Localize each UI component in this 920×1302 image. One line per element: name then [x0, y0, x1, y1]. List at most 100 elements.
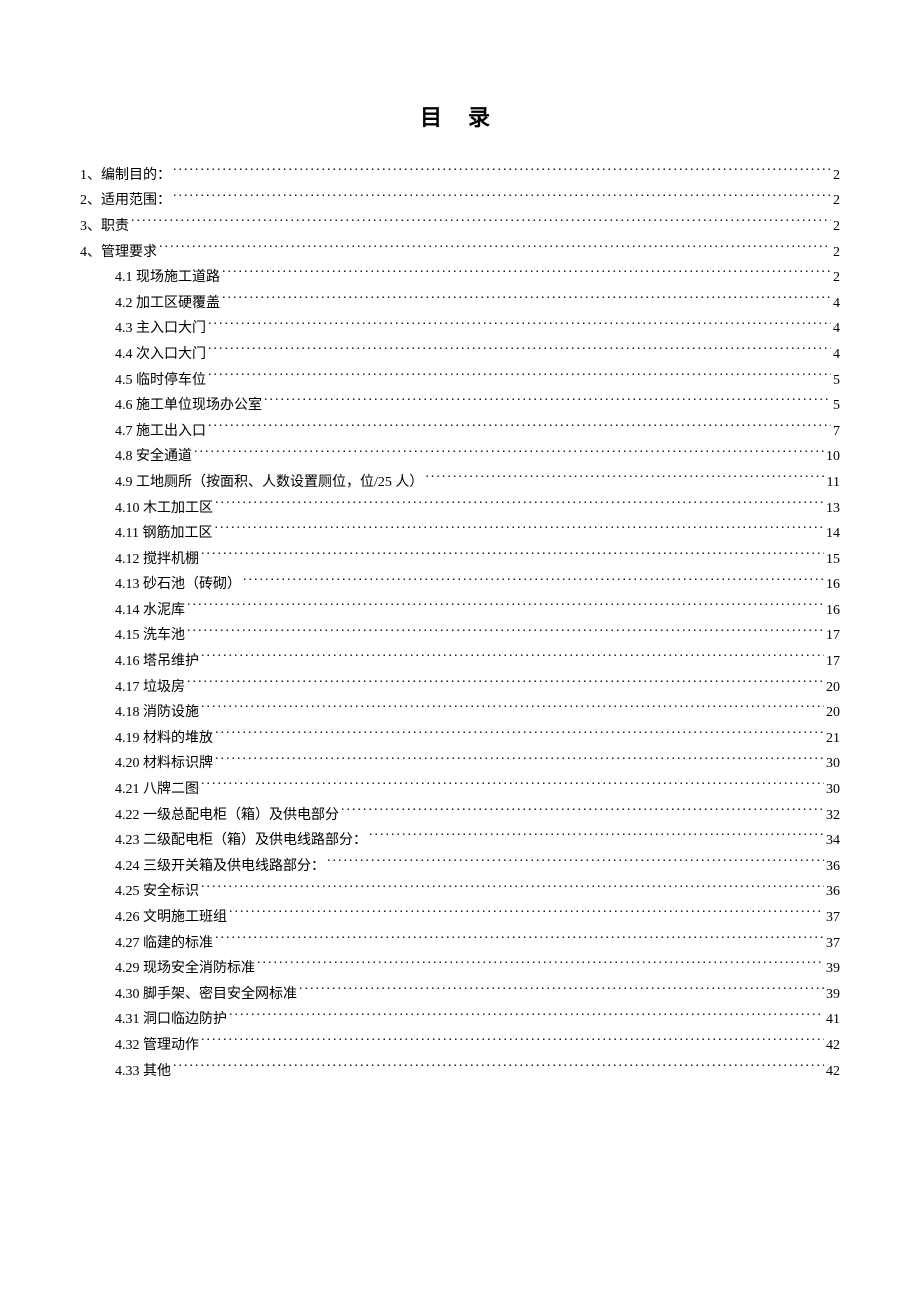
toc-leader-dots: [208, 316, 831, 333]
toc-entry: 3、职责2: [80, 213, 840, 239]
toc-entry: 4.11 钢筋加工区14: [115, 520, 840, 546]
toc-entry-page: 2: [831, 266, 840, 290]
toc-entry: 4.3 主入口大门4: [115, 316, 840, 342]
toc-entry-label: 4.26 文明施工班组: [115, 906, 229, 930]
toc-entry-page: 20: [824, 701, 840, 725]
toc-entry-label: 4.6 施工单位现场办公室: [115, 394, 264, 418]
toc-entry-page: 41: [824, 1008, 840, 1032]
toc-leader-dots: [187, 674, 824, 691]
toc-entry: 1、编制目的： 2: [80, 162, 840, 188]
toc-leader-dots: [187, 623, 824, 640]
toc-entry-page: 21: [824, 727, 840, 751]
toc-leader-dots: [215, 725, 824, 742]
toc-entry: 4.15 洗车池17: [115, 623, 840, 649]
toc-entry-page: 2: [831, 164, 840, 188]
toc-entry-page: 36: [824, 880, 840, 904]
toc-entry-label: 4.31 洞口临边防护: [115, 1008, 229, 1032]
toc-entry-page: 2: [831, 189, 840, 213]
toc-leader-dots: [369, 827, 824, 844]
toc-entry-page: 7: [831, 420, 840, 444]
toc-entry: 4、管理要求2: [80, 239, 840, 265]
toc-entry-label: 4.30 脚手架、密目安全网标准: [115, 983, 299, 1007]
toc-leader-dots: [222, 264, 831, 281]
toc-entry-page: 32: [824, 804, 840, 828]
toc-leader-dots: [173, 1058, 824, 1075]
table-of-contents: 1、编制目的：22、适用范围：23、职责24、管理要求24.1 现场施工道路24…: [80, 162, 840, 1083]
toc-leader-dots: [229, 904, 824, 921]
toc-entry: 4.20 材料标识牌 30: [115, 751, 840, 777]
toc-leader-dots: [201, 879, 824, 896]
toc-entry-label: 4.16 塔吊维护: [115, 650, 201, 674]
toc-entry: 4.32 管理动作 42: [115, 1032, 840, 1058]
toc-entry: 4.13 砂石池（砖砌）16: [115, 572, 840, 598]
toc-entry: 4.4 次入口大门4: [115, 341, 840, 367]
toc-leader-dots: [243, 572, 824, 589]
toc-entry-page: 4: [831, 292, 840, 316]
toc-entry: 4.10 木工加工区 13: [115, 495, 840, 521]
toc-leader-dots: [215, 495, 824, 512]
toc-entry-page: 30: [824, 752, 840, 776]
toc-entry-page: 4: [831, 317, 840, 341]
toc-entry-page: 5: [831, 394, 840, 418]
toc-entry: 4.5 临时停车位 5: [115, 367, 840, 393]
toc-entry-label: 4.27 临建的标准: [115, 932, 215, 956]
toc-leader-dots: [159, 239, 831, 256]
toc-entry-label: 4.14 水泥库: [115, 599, 187, 623]
toc-leader-dots: [229, 1007, 824, 1024]
toc-leader-dots: [201, 1032, 824, 1049]
toc-entry-page: 39: [824, 983, 840, 1007]
toc-entry: 4.6 施工单位现场办公室 5: [115, 392, 840, 418]
toc-entry: 4.31 洞口临边防护 41: [115, 1007, 840, 1033]
toc-entry-label: 4.10 木工加工区: [115, 497, 215, 521]
document-page: 目 录 1、编制目的：22、适用范围：23、职责24、管理要求24.1 现场施工…: [0, 0, 920, 1302]
toc-entry: 4.7 施工出入口7: [115, 418, 840, 444]
toc-leader-dots: [194, 444, 824, 461]
toc-entry-page: 5: [831, 369, 840, 393]
toc-entry: 4.22 一级总配电柜（箱）及供电部分32: [115, 802, 840, 828]
page-title: 目 录: [80, 100, 840, 132]
toc-leader-dots: [327, 853, 824, 870]
toc-entry-label: 4.5 临时停车位: [115, 369, 208, 393]
toc-entry-page: 11: [825, 471, 840, 495]
toc-entry: 4.9 工地厕所（按面积、人数设置厕位，位/25 人）11: [115, 469, 840, 495]
toc-entry: 4.8 安全通道10: [115, 444, 840, 470]
toc-entry-label: 4.32 管理动作: [115, 1034, 201, 1058]
toc-entry-label: 1、编制目的：: [80, 164, 173, 188]
toc-entry-label: 4.20 材料标识牌: [115, 752, 215, 776]
toc-entry-label: 4.24 三级开关箱及供电线路部分：: [115, 855, 327, 879]
toc-leader-dots: [131, 213, 831, 230]
toc-entry-page: 16: [824, 573, 840, 597]
toc-entry-page: 10: [824, 445, 840, 469]
toc-entry-page: 42: [824, 1034, 840, 1058]
toc-entry-page: 13: [824, 497, 840, 521]
toc-entry: 4.12 搅拌机棚15: [115, 546, 840, 572]
toc-entry-page: 37: [824, 906, 840, 930]
toc-leader-dots: [215, 751, 824, 768]
toc-leader-dots: [222, 290, 831, 307]
toc-entry: 4.14 水泥库16: [115, 597, 840, 623]
toc-entry-page: 36: [824, 855, 840, 879]
toc-leader-dots: [187, 597, 824, 614]
toc-entry-label: 4、管理要求: [80, 241, 159, 265]
toc-entry: 4.21 八牌二图30: [115, 776, 840, 802]
toc-entry: 4.18 消防设施20: [115, 699, 840, 725]
toc-leader-dots: [201, 546, 824, 563]
toc-leader-dots: [208, 341, 831, 358]
toc-entry: 4.19 材料的堆放21: [115, 725, 840, 751]
toc-entry: 4.16 塔吊维护17: [115, 648, 840, 674]
toc-leader-dots: [201, 648, 824, 665]
toc-leader-dots: [201, 699, 824, 716]
toc-entry: 4.26 文明施工班组 37: [115, 904, 840, 930]
toc-entry-page: 30: [824, 778, 840, 802]
toc-entry-label: 4.15 洗车池: [115, 624, 187, 648]
toc-entry-label: 4.25 安全标识: [115, 880, 201, 904]
toc-entry: 2、适用范围： 2: [80, 188, 840, 214]
toc-entry-label: 4.29 现场安全消防标准: [115, 957, 257, 981]
toc-entry: 4.23 二级配电柜（箱）及供电线路部分：34: [115, 827, 840, 853]
toc-leader-dots: [173, 162, 831, 179]
toc-entry-label: 2、适用范围：: [80, 189, 173, 213]
toc-entry-page: 20: [824, 676, 840, 700]
toc-entry: 4.29 现场安全消防标准39: [115, 955, 840, 981]
toc-leader-dots: [425, 469, 824, 486]
toc-entry-label: 4.12 搅拌机棚: [115, 548, 201, 572]
